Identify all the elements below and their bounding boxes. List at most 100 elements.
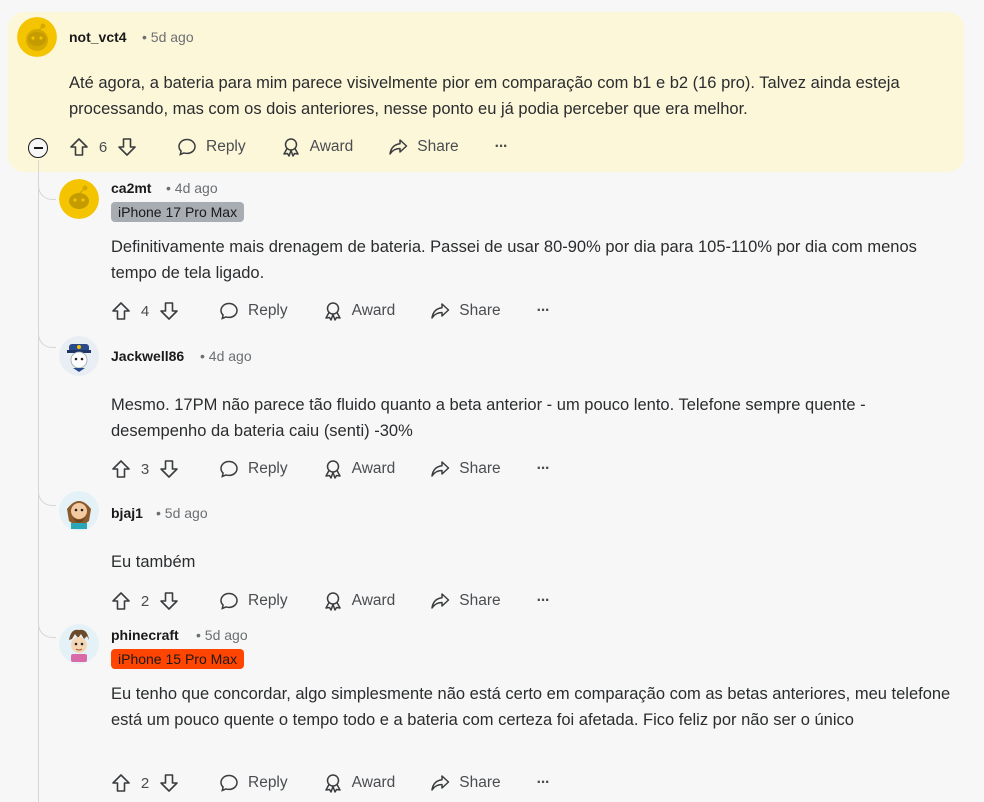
more-options-button[interactable]: ··· — [537, 460, 550, 478]
more-options-icon: ··· — [536, 302, 550, 319]
award-button[interactable]: Award — [322, 300, 396, 322]
reply-button[interactable]: Reply — [218, 590, 288, 612]
comment-author[interactable]: ca2mt — [111, 180, 151, 196]
comment-timestamp[interactable]: • 4d ago — [200, 348, 252, 364]
downvote-icon[interactable] — [158, 458, 180, 480]
reply-button[interactable]: Reply — [218, 772, 288, 794]
comment-bubble-icon — [220, 592, 238, 610]
upvote-icon[interactable] — [110, 772, 132, 794]
user-flair: iPhone 17 Pro Max — [111, 202, 245, 222]
share-label: Share — [459, 302, 501, 319]
comment-actions: 2 Reply Award Share ··· — [110, 768, 550, 798]
reply-label: Reply — [248, 460, 288, 477]
user-flair: iPhone 15 Pro Max — [111, 649, 245, 669]
share-icon — [431, 775, 450, 791]
share-label: Share — [459, 460, 501, 477]
downvote-icon[interactable] — [158, 772, 180, 794]
vote-controls: 2 — [110, 772, 180, 794]
downvote-icon[interactable] — [158, 300, 180, 322]
comment-timestamp[interactable]: • 5d ago — [156, 505, 208, 521]
comment-actions: 6 Reply Award Share ··· — [68, 132, 508, 162]
comment-timestamp[interactable]: • 4d ago — [166, 180, 218, 196]
avatar[interactable] — [59, 336, 99, 376]
avatar[interactable] — [59, 624, 99, 664]
share-label: Share — [417, 138, 459, 155]
comment-body: Mesmo. 17PM não parece tão fluido quanto… — [111, 396, 866, 440]
comment-body: Até agora, a bateria para mim parece vis… — [69, 74, 900, 118]
reply-label: Reply — [248, 302, 288, 319]
comment-author[interactable]: bjaj1 — [111, 505, 143, 521]
reply-label: Reply — [206, 138, 246, 155]
downvote-icon[interactable] — [116, 136, 138, 158]
award-button[interactable]: Award — [322, 590, 396, 612]
upvote-icon[interactable] — [110, 300, 132, 322]
comment-timestamp[interactable]: • 5d ago — [196, 627, 248, 643]
award-label: Award — [309, 138, 354, 155]
share-button[interactable]: Share — [429, 458, 501, 480]
more-options-icon: ··· — [536, 460, 550, 477]
reply-label: Reply — [248, 774, 288, 791]
award-label: Award — [351, 460, 396, 477]
thread-connector — [38, 612, 56, 638]
comment-timestamp[interactable]: • 5d ago — [142, 29, 194, 45]
vote-controls: 3 — [110, 458, 180, 480]
share-icon — [431, 461, 450, 477]
more-options-button[interactable]: ··· — [537, 592, 550, 610]
more-options-button[interactable]: ··· — [537, 302, 550, 320]
thread-connector — [38, 320, 56, 348]
share-icon — [431, 593, 450, 609]
comment-bubble-icon — [178, 138, 196, 156]
more-options-button[interactable]: ··· — [495, 138, 508, 156]
share-icon — [389, 139, 408, 155]
upvote-icon[interactable] — [110, 458, 132, 480]
award-button[interactable]: Award — [280, 136, 354, 158]
vote-count: 2 — [140, 592, 150, 610]
vote-count: 4 — [140, 302, 150, 320]
reply-button[interactable]: Reply — [176, 136, 246, 158]
avatar[interactable] — [17, 17, 57, 57]
avatar[interactable] — [59, 179, 99, 219]
comment-author[interactable]: phinecraft — [111, 627, 179, 643]
comment-author[interactable]: not_vct4 — [69, 29, 127, 45]
comment-author[interactable]: Jackwell86 — [111, 348, 184, 364]
share-button[interactable]: Share — [429, 772, 501, 794]
share-button[interactable]: Share — [387, 136, 459, 158]
comment-bubble-icon — [220, 460, 238, 478]
award-button[interactable]: Award — [322, 458, 396, 480]
more-options-icon: ··· — [536, 592, 550, 609]
award-icon — [282, 138, 299, 157]
award-icon — [324, 774, 341, 793]
vote-count: 2 — [140, 774, 150, 792]
comment-body: Eu também — [111, 553, 196, 571]
award-button[interactable]: Award — [322, 772, 396, 794]
award-icon — [324, 460, 341, 479]
award-label: Award — [351, 302, 396, 319]
award-icon — [324, 302, 341, 321]
comment-actions: 2 Reply Award Share ··· — [110, 586, 550, 616]
share-icon — [431, 303, 450, 319]
more-options-icon: ··· — [494, 138, 508, 155]
collapse-thread-button[interactable] — [28, 138, 48, 158]
reply-label: Reply — [248, 592, 288, 609]
comment-actions: 3 Reply Award Share ··· — [110, 454, 550, 484]
award-label: Award — [351, 774, 396, 791]
share-label: Share — [459, 774, 501, 791]
reply-button[interactable]: Reply — [218, 300, 288, 322]
comment-actions: 4 Reply Award Share ··· — [110, 296, 550, 326]
vote-count: 3 — [140, 460, 150, 478]
vote-controls: 2 — [110, 590, 180, 612]
upvote-icon[interactable] — [110, 590, 132, 612]
avatar[interactable] — [59, 491, 99, 531]
share-button[interactable]: Share — [429, 590, 501, 612]
thread-connector — [38, 480, 56, 506]
comment-body: Eu tenho que concordar, algo simplesment… — [111, 685, 951, 729]
upvote-icon[interactable] — [68, 136, 90, 158]
award-label: Award — [351, 592, 396, 609]
award-icon — [324, 592, 341, 611]
comment-bubble-icon — [220, 774, 238, 792]
share-button[interactable]: Share — [429, 300, 501, 322]
vote-controls: 4 — [110, 300, 180, 322]
more-options-button[interactable]: ··· — [537, 774, 550, 792]
downvote-icon[interactable] — [158, 590, 180, 612]
reply-button[interactable]: Reply — [218, 458, 288, 480]
